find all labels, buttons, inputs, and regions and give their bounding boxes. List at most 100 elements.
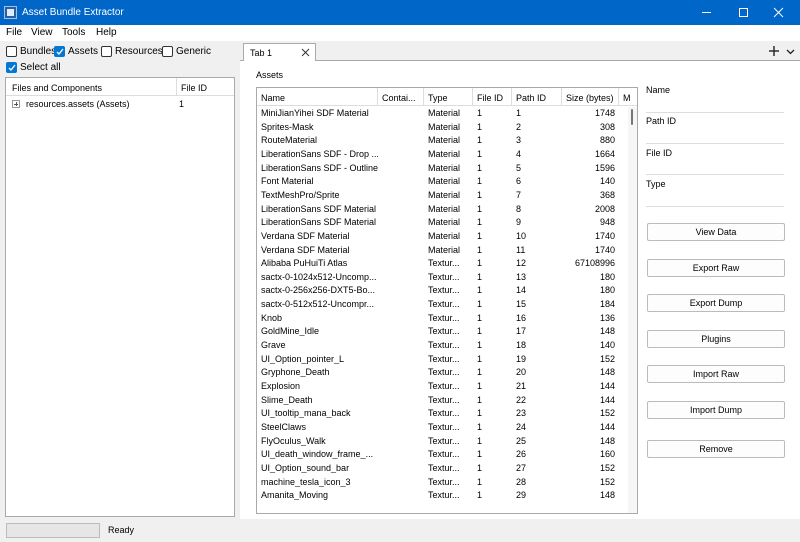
menu-bar: File View Tools Help bbox=[0, 25, 800, 41]
table-row[interactable]: Verdana SDF Material Material 1 11 1740 bbox=[257, 244, 627, 258]
column-name[interactable]: Name bbox=[257, 88, 378, 106]
cell-path-id: 7 bbox=[516, 189, 522, 200]
table-row[interactable]: LiberationSans SDF - Drop ... Material 1 4 1… bbox=[257, 148, 627, 162]
assets-table[interactable]: Name Contai... Type File ID Path ID Size… bbox=[256, 87, 638, 514]
window-title: Asset Bundle Extractor bbox=[22, 7, 124, 18]
table-row[interactable]: sactx-0-1024x512-Uncomp... Textur... 1 13 18… bbox=[257, 271, 627, 285]
assets-checkbox[interactable] bbox=[54, 45, 65, 57]
cell-name: sactx-0-256x256-DXT5-Bo... bbox=[261, 285, 376, 296]
filter-generic[interactable]: Generic bbox=[162, 44, 211, 58]
table-row[interactable]: TextMeshPro/Sprite Material 1 7 368 bbox=[257, 189, 627, 203]
menu-view[interactable]: View bbox=[31, 27, 53, 38]
table-row[interactable]: LiberationSans SDF Material Material 1 8 200… bbox=[257, 203, 627, 217]
select-all-checkbox[interactable] bbox=[6, 61, 17, 73]
filter-assets[interactable]: Assets bbox=[54, 44, 98, 58]
export-dump-button[interactable]: Export Dump bbox=[647, 294, 785, 312]
column-container[interactable]: Contai... bbox=[378, 88, 424, 106]
cell-name: LiberationSans SDF - Drop ... bbox=[261, 148, 378, 159]
table-row[interactable]: UI_tooltip_mana_back Textur... 1 23 152 bbox=[257, 407, 627, 421]
table-row[interactable]: Knob Textur... 1 16 136 bbox=[257, 312, 627, 326]
table-row[interactable]: sactx-0-256x256-DXT5-Bo... Textur... 1 14 18… bbox=[257, 284, 627, 298]
resources-checkbox[interactable] bbox=[101, 45, 112, 57]
table-row[interactable]: Explosion Textur... 1 21 144 bbox=[257, 380, 627, 394]
cell-name: Amanita_Moving bbox=[261, 490, 329, 501]
maximize-button[interactable] bbox=[723, 0, 763, 25]
minimize-button[interactable] bbox=[686, 0, 726, 25]
cell-size: 148 bbox=[599, 490, 615, 501]
table-row[interactable]: sactx-0-512x512-Uncompr... Textur... 1 15 18… bbox=[257, 298, 627, 312]
table-row[interactable]: FlyOculus_Walk Textur... 1 25 148 bbox=[257, 435, 627, 449]
table-row[interactable]: Amanita_Moving Textur... 1 29 148 bbox=[257, 489, 627, 503]
cell-size: 1596 bbox=[594, 162, 615, 173]
cell-name: FlyOculus_Walk bbox=[261, 435, 326, 446]
table-row[interactable]: Slime_Death Textur... 1 22 144 bbox=[257, 394, 627, 408]
table-row[interactable]: RouteMaterial Material 1 3 880 bbox=[257, 134, 627, 148]
import-dump-button[interactable]: Import Dump bbox=[647, 401, 785, 419]
column-files-components[interactable]: Files and Components bbox=[12, 83, 102, 93]
import-raw-button[interactable]: Import Raw bbox=[647, 365, 785, 383]
menu-help[interactable]: Help bbox=[96, 27, 117, 38]
table-row[interactable]: Alibaba PuHuiTi Atlas Textur... 1 12 6710899… bbox=[257, 257, 627, 271]
close-icon[interactable] bbox=[301, 48, 310, 57]
close-button[interactable] bbox=[758, 0, 798, 25]
table-row[interactable]: Verdana SDF Material Material 1 10 1740 bbox=[257, 230, 627, 244]
cell-size: 368 bbox=[599, 189, 615, 200]
table-row[interactable]: GoldMine_Idle Textur... 1 17 148 bbox=[257, 325, 627, 339]
cell-path-id: 13 bbox=[516, 271, 527, 282]
filter-resources[interactable]: Resources bbox=[101, 44, 163, 58]
cell-path-id: 16 bbox=[516, 312, 527, 323]
info-path-id-label: Path ID bbox=[646, 116, 677, 126]
table-row[interactable]: SteelClaws Textur... 1 24 144 bbox=[257, 421, 627, 435]
filter-bundles[interactable]: Bundles bbox=[6, 44, 56, 58]
table-row[interactable]: MiniJianYihei SDF Material Material 1 1 1748 bbox=[257, 107, 627, 121]
bundles-checkbox[interactable] bbox=[6, 45, 17, 57]
cell-name: UI_death_window_frame_... bbox=[261, 449, 374, 460]
tree-row[interactable]: resources.assets (Assets) 1 bbox=[6, 98, 234, 111]
select-all[interactable]: Select all bbox=[6, 60, 61, 74]
tree-row-file-id: 1 bbox=[179, 99, 185, 109]
info-file-id-label: File ID bbox=[646, 148, 673, 158]
cell-name: Font Material bbox=[261, 176, 314, 187]
menu-file[interactable]: File bbox=[6, 27, 22, 38]
expand-plus-icon[interactable] bbox=[12, 100, 20, 108]
table-row[interactable]: UI_Option_sound_bar Textur... 1 27 152 bbox=[257, 462, 627, 476]
column-file-id[interactable]: File ID bbox=[181, 83, 207, 93]
column-file-id[interactable]: File ID bbox=[473, 88, 512, 106]
cell-size: 880 bbox=[599, 135, 615, 146]
table-row[interactable]: UI_death_window_frame_... Textur... 1 26 160 bbox=[257, 448, 627, 462]
table-row[interactable]: Sprites-Mask Material 1 2 308 bbox=[257, 121, 627, 135]
table-scrollbar[interactable] bbox=[628, 107, 637, 513]
maximize-icon bbox=[738, 8, 748, 17]
cell-file-id: 1 bbox=[477, 353, 483, 364]
tab-1[interactable]: Tab 1 bbox=[243, 43, 316, 61]
generic-checkbox[interactable] bbox=[162, 45, 173, 57]
table-row[interactable]: LiberationSans SDF Material Material 1 9 948 bbox=[257, 216, 627, 230]
cell-file-id: 1 bbox=[477, 162, 483, 173]
chevron-down-icon[interactable] bbox=[786, 47, 795, 56]
column-type[interactable]: Type bbox=[424, 88, 473, 106]
cell-size: 948 bbox=[599, 217, 615, 228]
cell-type: Textur... bbox=[428, 449, 460, 460]
table-row[interactable]: UI_Option_pointer_L Textur... 1 19 152 bbox=[257, 353, 627, 367]
table-row[interactable]: LiberationSans SDF - Outline Material 1 5 15… bbox=[257, 162, 627, 176]
cell-size: 144 bbox=[599, 381, 615, 391]
export-raw-button[interactable]: Export Raw bbox=[647, 259, 785, 277]
table-row[interactable]: Font Material Material 1 6 140 bbox=[257, 175, 627, 189]
scrollbar-thumb[interactable] bbox=[631, 109, 633, 125]
check-icon bbox=[56, 48, 64, 55]
plus-icon[interactable] bbox=[768, 45, 780, 57]
table-row[interactable]: Grave Textur... 1 18 140 bbox=[257, 339, 627, 353]
remove-button[interactable]: Remove bbox=[647, 440, 785, 458]
files-tree[interactable]: Files and Components File ID resources.a… bbox=[5, 77, 235, 517]
column-more[interactable]: M bbox=[619, 88, 637, 106]
view-data-button[interactable]: View Data bbox=[647, 223, 785, 241]
cell-file-id: 1 bbox=[477, 271, 483, 282]
column-size[interactable]: Size (bytes) bbox=[562, 88, 619, 106]
menu-tools[interactable]: Tools bbox=[62, 27, 85, 38]
table-row[interactable]: machine_tesla_icon_3 Textur... 1 28 152 bbox=[257, 476, 627, 490]
cell-size: 136 bbox=[599, 312, 615, 323]
column-path-id[interactable]: Path ID bbox=[512, 88, 562, 106]
cell-type: Textur... bbox=[428, 312, 460, 323]
table-row[interactable]: Gryphone_Death Textur... 1 20 148 bbox=[257, 366, 627, 380]
plugins-button[interactable]: Plugins bbox=[647, 330, 785, 348]
